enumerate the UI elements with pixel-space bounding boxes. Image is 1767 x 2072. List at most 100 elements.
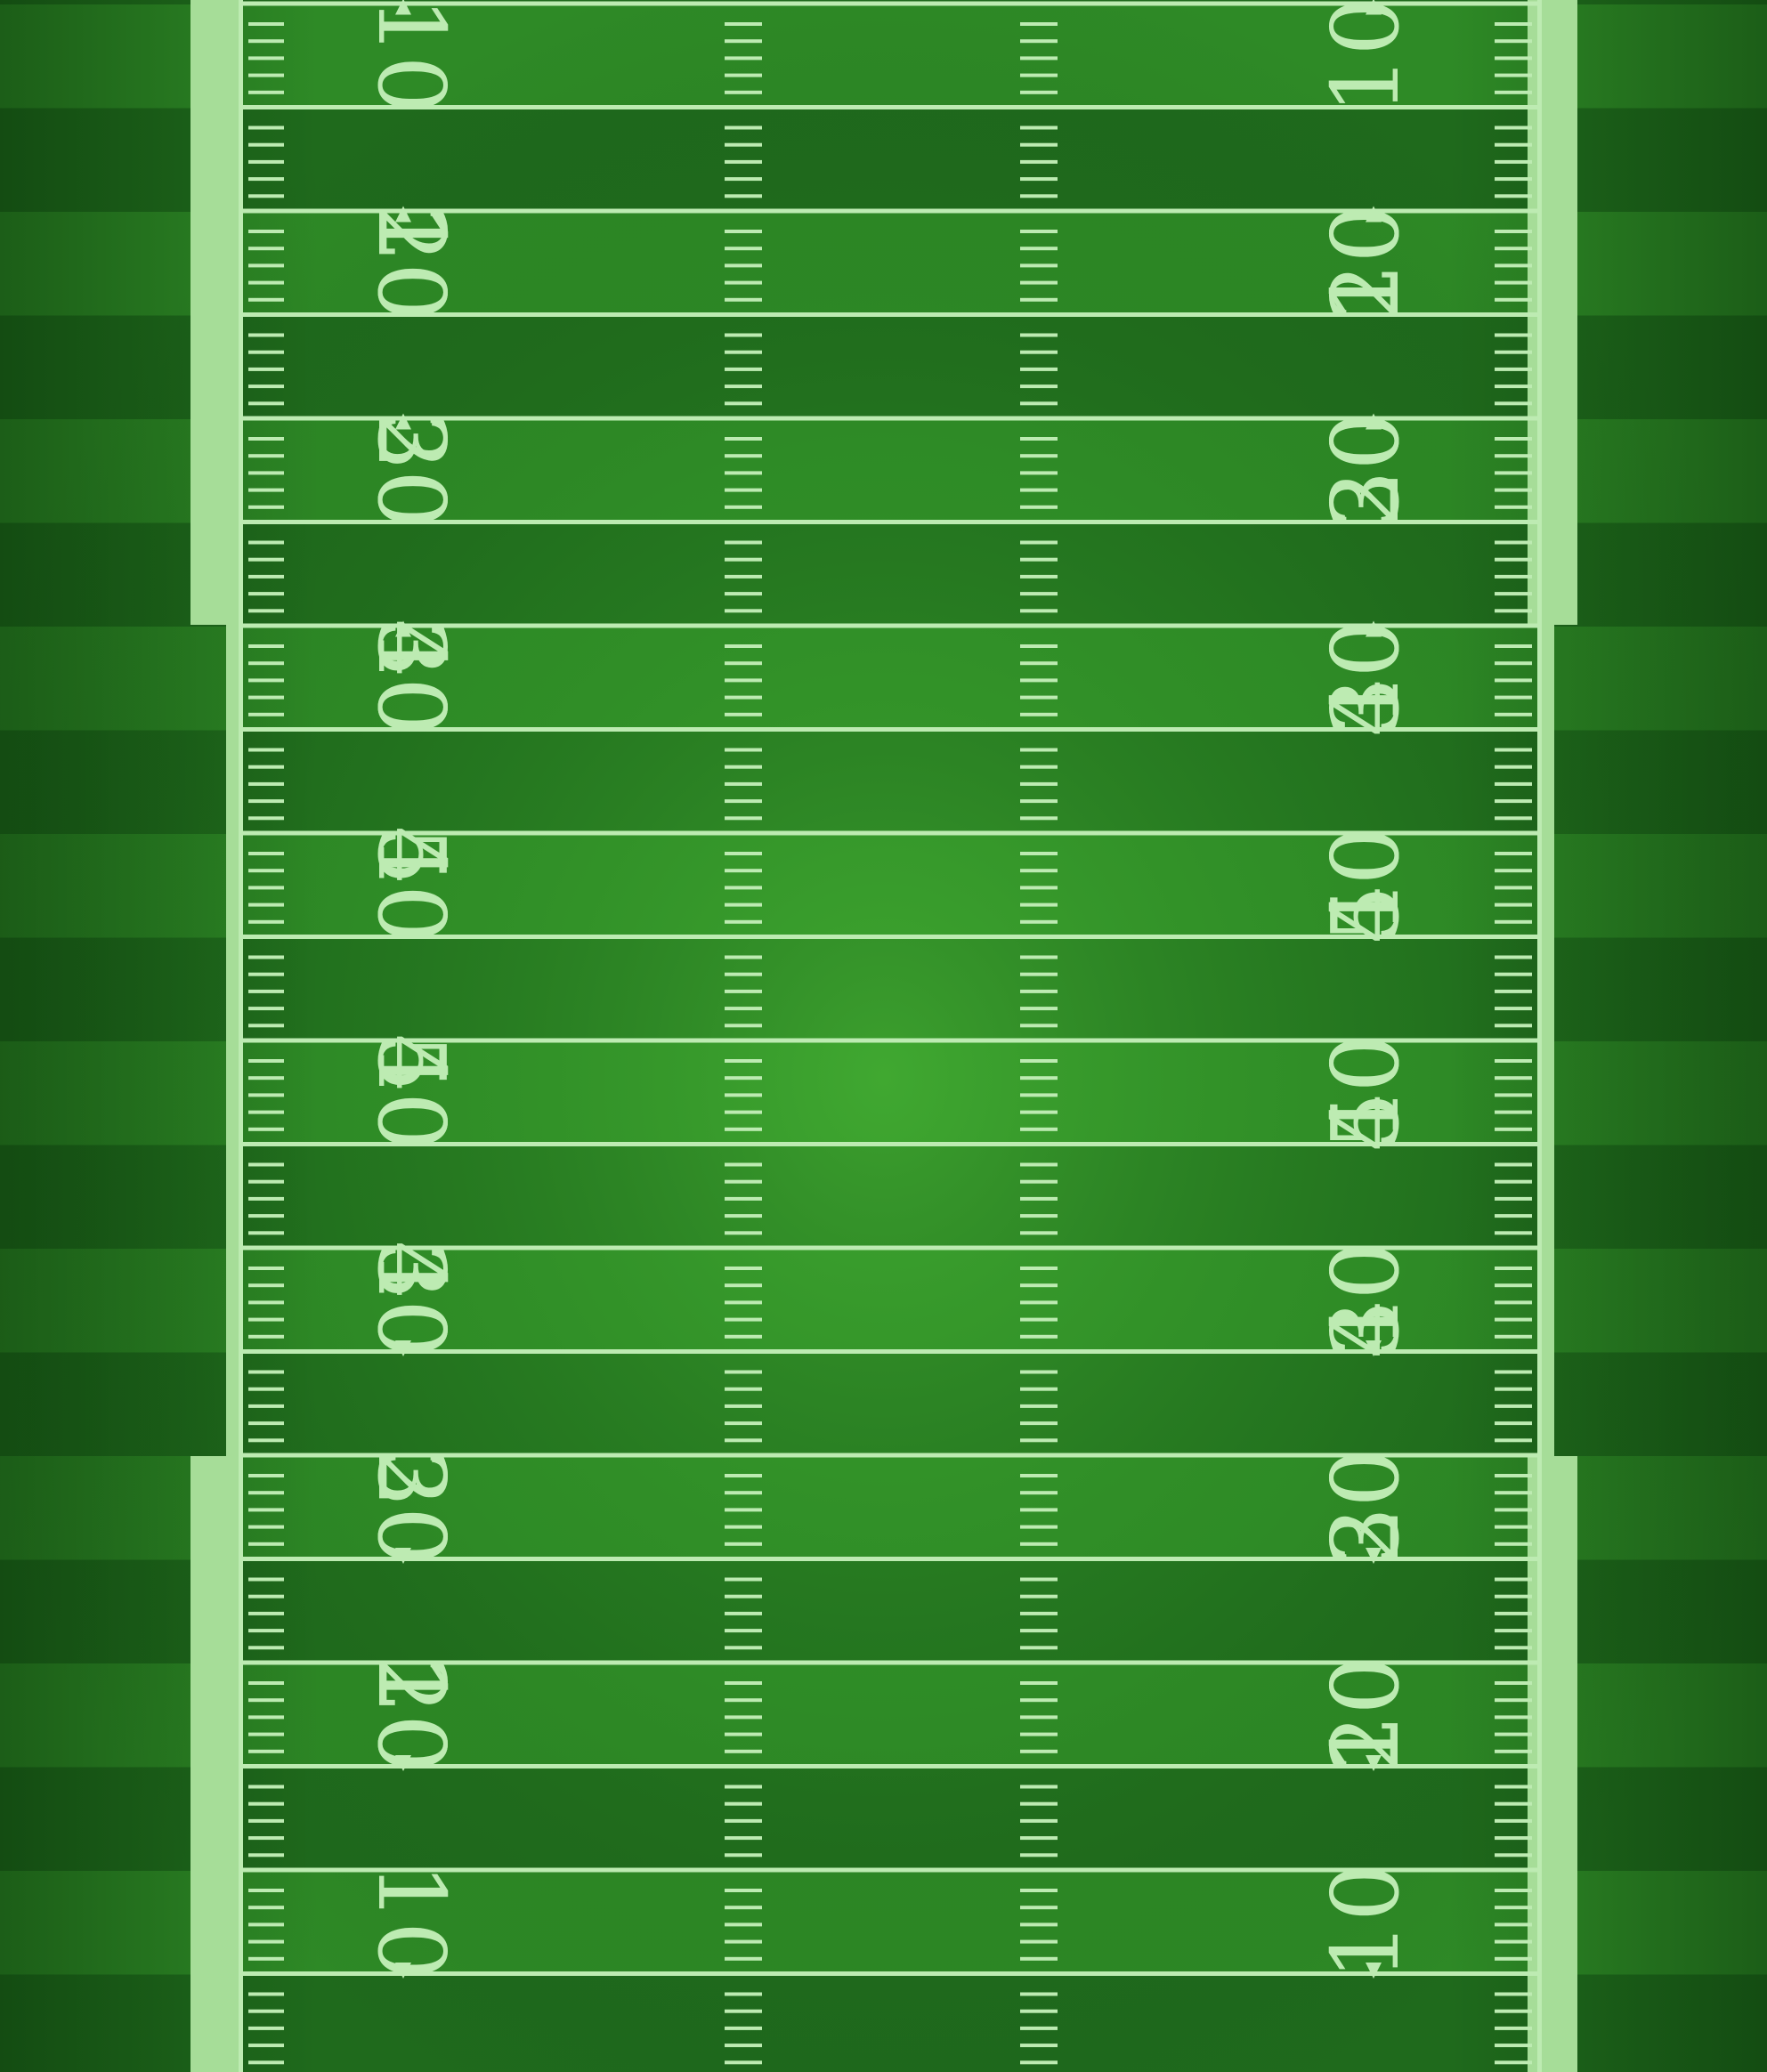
hash-mark [248,1508,284,1512]
hash-mark [248,919,284,924]
hash-mark [725,1317,762,1322]
hash-mark [1020,1076,1058,1081]
hash-mark [248,401,284,406]
hash-mark [1020,1749,1058,1753]
hash-mark [248,471,284,475]
hash-mark [1495,471,1532,475]
hash-mark [1020,230,1058,233]
hash-mark [1495,1992,1532,1996]
hash-mark [725,1922,762,1927]
hash-mark [1495,1629,1532,1633]
hash-mark [1020,384,1058,389]
hash-mark [1495,816,1532,821]
hash-mark [1495,39,1532,44]
hash-mark [725,1698,762,1703]
hash-mark [1020,471,1058,475]
hash-mark [248,989,284,993]
hash-mark [1020,401,1058,406]
hash-mark [1495,1214,1532,1218]
hash-mark [1020,661,1058,666]
hash-mark [725,1525,762,1529]
hash-mark [248,263,284,268]
hash-mark [1020,194,1058,198]
hash-mark [725,1939,762,1944]
hash-mark [1020,557,1058,562]
hash-mark [248,505,284,509]
hash-mark [725,159,762,164]
hash-mark [248,781,284,786]
hash-mark [248,1681,284,1685]
hash-mark [248,90,284,94]
hash-mark [248,1594,284,1599]
hash-mark [725,1889,762,1892]
hash-mark [725,852,762,855]
hash-mark [1495,1698,1532,1703]
hash-mark [1020,1007,1058,1011]
hash-mark [1020,592,1058,596]
hash-mark [248,194,284,198]
hash-mark [1020,1681,1058,1685]
hash-mark [248,437,284,441]
hash-mark [725,989,762,993]
hash-mark [1020,1491,1058,1495]
hash-mark [725,384,762,389]
hash-mark [1495,1889,1532,1892]
hash-mark [1495,1508,1532,1512]
hash-mark [1020,90,1058,94]
hash-mark [248,609,284,613]
hash-mark [1020,1059,1058,1063]
hash-mark [248,142,284,147]
hash-mark [1020,125,1058,130]
hash-mark [725,1196,762,1201]
hash-mark [248,1922,284,1927]
hash-mark [1495,2026,1532,2030]
hash-mark [725,1491,762,1495]
hash-mark [1020,1508,1058,1512]
hash-mark [248,1300,284,1305]
hash-mark [248,333,284,337]
hash-mark [1020,781,1058,786]
hash-mark [725,574,762,579]
hash-mark [248,1007,284,1011]
hash-mark [248,1283,284,1288]
hash-mark [725,1110,762,1114]
hash-mark [1495,1474,1532,1477]
hash-mark [1495,1646,1532,1650]
hash-mark [1495,2044,1532,2048]
hash-mark [1495,505,1532,509]
hash-mark [725,1715,762,1720]
hash-mark [725,678,762,683]
hash-mark [1495,1853,1532,1858]
hash-mark [725,1334,762,1339]
hash-mark [1020,1956,1058,1961]
hash-mark [725,1594,762,1599]
hash-mark [1020,39,1058,44]
hash-mark [725,1646,762,1650]
sideline-band-left-top [190,0,240,625]
hash-mark [1020,1629,1058,1633]
hash-mark [1020,437,1058,441]
hash-mark [725,1370,762,1374]
hash-mark [725,1231,762,1235]
hash-mark [1495,2060,1532,2065]
hash-mark [1020,1785,1058,1789]
hash-mark [1495,177,1532,182]
hash-mark [1495,712,1532,716]
hash-mark [725,247,762,251]
hash-mark [1495,1076,1532,1081]
hash-mark [1495,1939,1532,1944]
hash-mark [248,1093,284,1097]
yard-number-left: 30 [357,1241,466,1358]
yard-number-right: 20 [1311,1448,1420,1566]
hash-mark [1495,1127,1532,1131]
hash-mark [1020,1732,1058,1736]
hash-mark [1020,955,1058,959]
hash-mark [1020,73,1058,77]
hash-mark [1495,1749,1532,1753]
hash-mark [1020,2009,1058,2013]
hash-mark [725,488,762,492]
hash-mark [1495,22,1532,26]
hash-mark [248,1334,284,1339]
hash-mark [725,125,762,130]
hash-mark [1495,125,1532,130]
